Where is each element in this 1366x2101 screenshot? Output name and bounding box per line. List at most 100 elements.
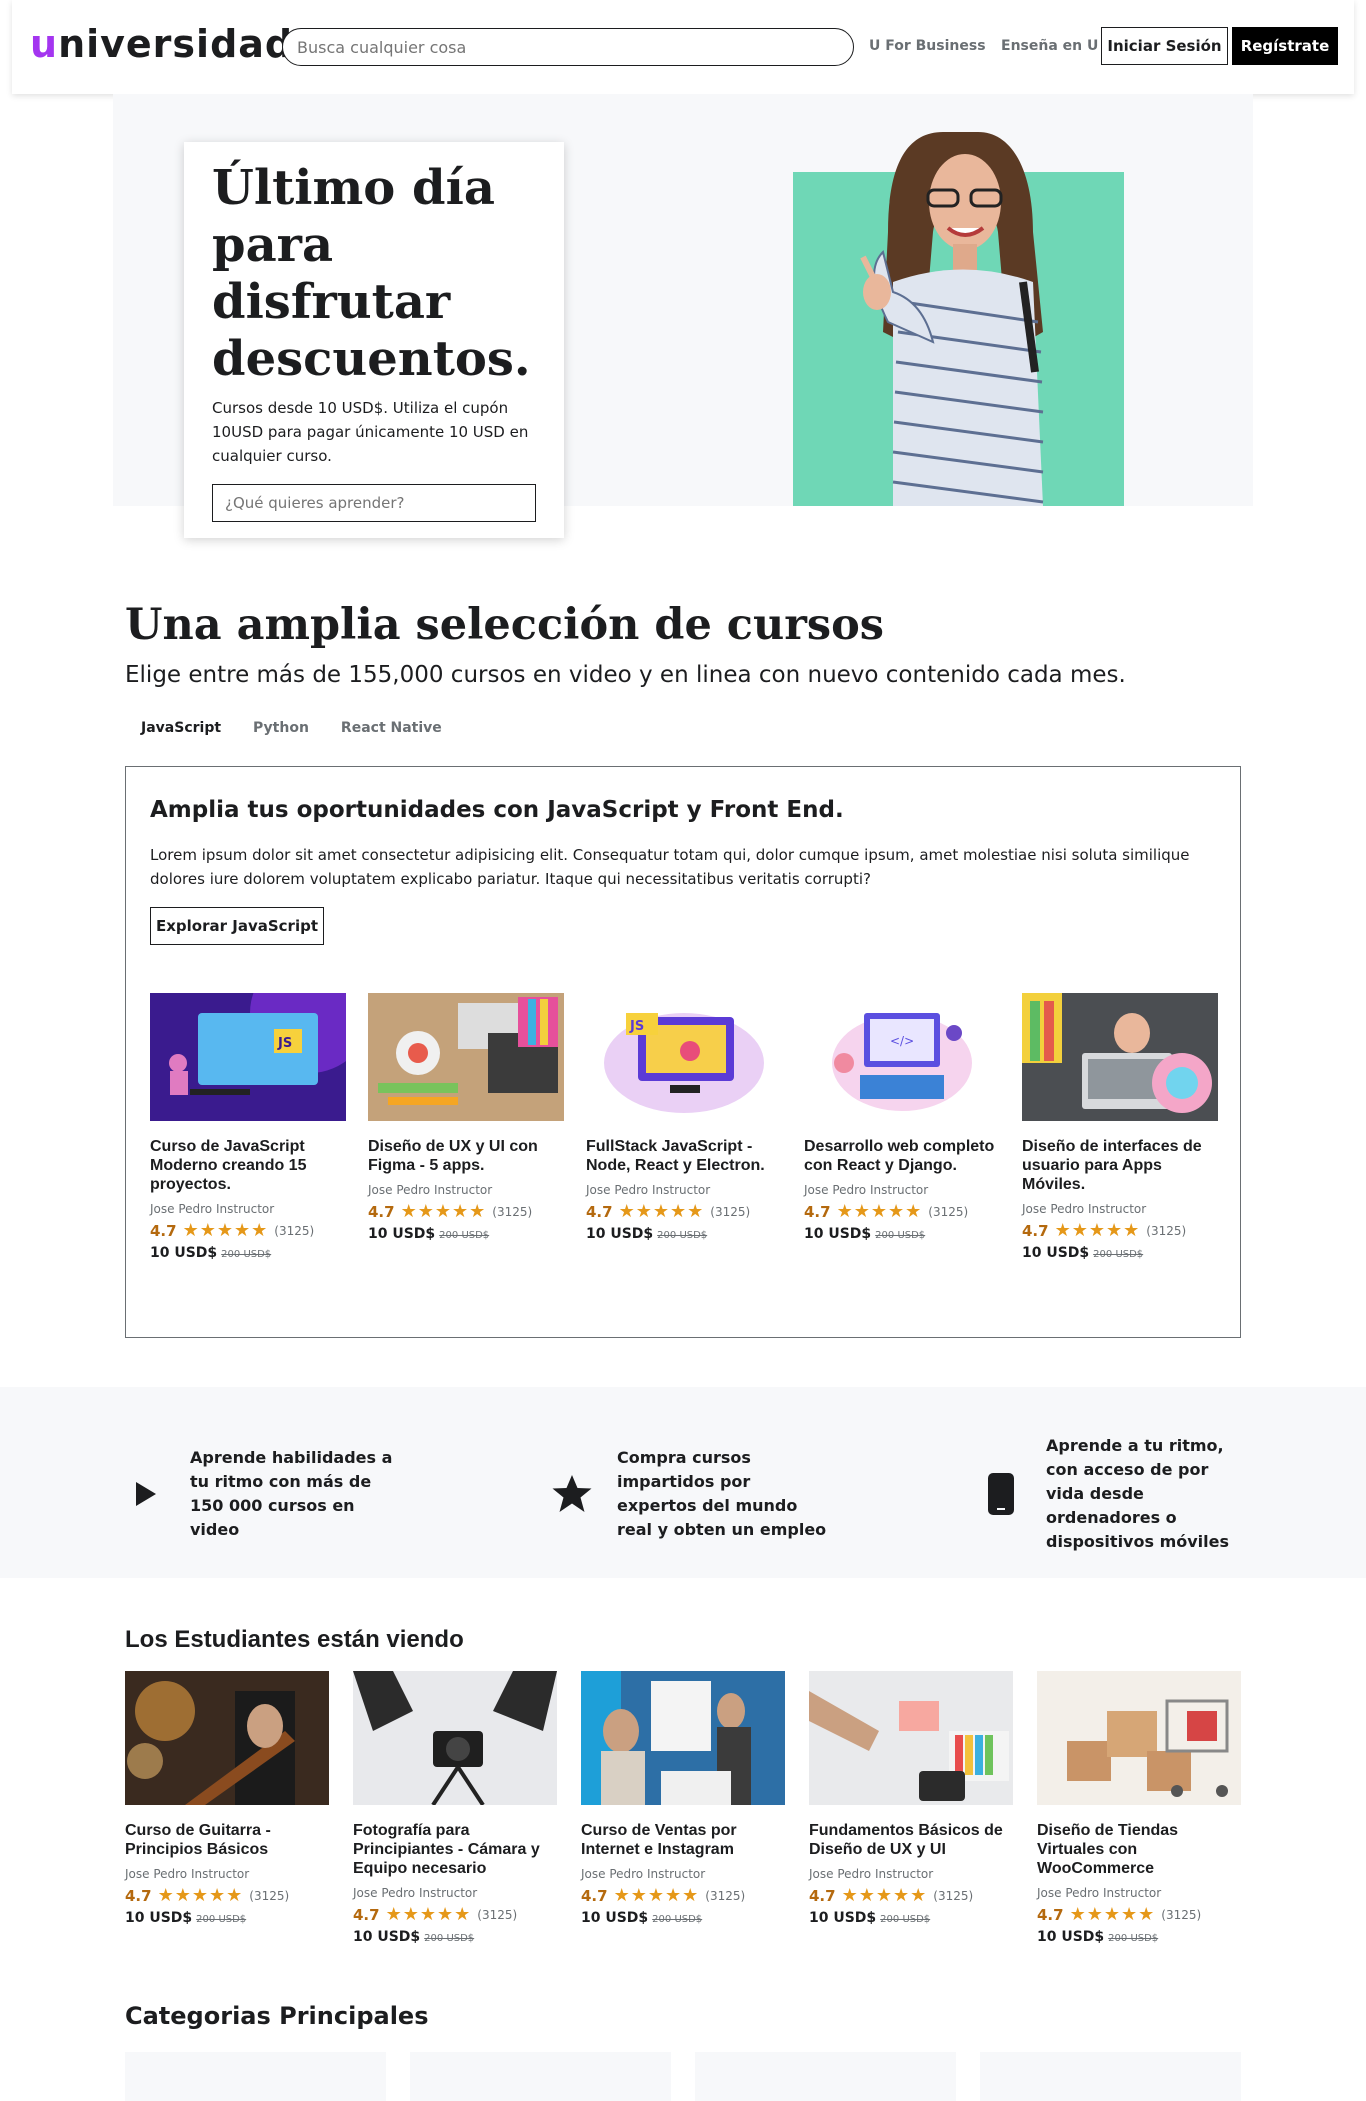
categories-title: Categorias Principales (125, 2002, 429, 2030)
course-thumbnail[interactable]: JS (586, 993, 782, 1121)
course-thumbnail[interactable] (581, 1671, 785, 1805)
course-thumbnail[interactable] (125, 1671, 329, 1805)
course-card[interactable]: </> Desarrollo web completo con React y … (804, 993, 1000, 1242)
register-button[interactable]: Regístrate (1232, 27, 1338, 65)
login-button[interactable]: Iniciar Sesión (1101, 27, 1228, 65)
search-input[interactable] (282, 28, 854, 66)
course-thumbnail[interactable]: </> (804, 993, 1000, 1121)
course-price: 10 USD$ 200 USD$ (586, 1226, 782, 1242)
tab-react-native[interactable]: React Native (325, 720, 458, 736)
price-old: 200 USD$ (657, 1230, 708, 1241)
mobile-icon (978, 1471, 1024, 1517)
course-card[interactable]: JS Curso de JavaScript Moderno creando 1… (150, 993, 346, 1261)
rating-value: 4.7 (368, 1202, 395, 1221)
category-card[interactable] (695, 2052, 956, 2101)
course-price: 10 USD$ 200 USD$ (1037, 1929, 1241, 1945)
price-current: 10 USD$ (1037, 1929, 1105, 1945)
stars-icon: ★★★★★ (385, 1904, 472, 1925)
tab-panel: Amplia tus oportunidades con JavaScript … (125, 766, 1241, 1338)
stars-icon: ★★★★★ (157, 1885, 244, 1906)
course-thumbnail[interactable]: JS (150, 993, 346, 1121)
course-rating: 4.7 ★★★★★ (3125) (1022, 1220, 1218, 1241)
course-title[interactable]: Diseño de interfaces de usuario para App… (1022, 1137, 1218, 1194)
course-card[interactable]: Diseño de Tiendas Virtuales con WooComme… (1037, 1671, 1241, 1945)
course-title[interactable]: Curso de Ventas por Internet e Instagram (581, 1821, 785, 1859)
course-price: 10 USD$ 200 USD$ (368, 1226, 564, 1242)
course-title[interactable]: Fotografía para Principiantes - Cámara y… (353, 1821, 557, 1878)
course-instructor: Jose Pedro Instructor (586, 1183, 711, 1197)
price-old: 200 USD$ (652, 1914, 703, 1925)
course-card[interactable]: Diseño de UX y UI con Figma - 5 apps. Jo… (368, 993, 564, 1242)
rating-value: 4.7 (125, 1886, 152, 1905)
course-rating: 4.7 ★★★★★ (3125) (150, 1220, 346, 1241)
svg-text:JS: JS (629, 1019, 644, 1034)
top-navbar: universidad U For Business Enseña en U I… (12, 0, 1354, 94)
course-price: 10 USD$ 200 USD$ (1022, 1245, 1218, 1261)
category-card[interactable] (410, 2052, 671, 2101)
business-link[interactable]: U For Business (869, 38, 986, 54)
logo[interactable]: universidad (30, 22, 293, 66)
svg-text:</>: </> (890, 1034, 914, 1048)
price-old: 200 USD$ (424, 1933, 475, 1944)
course-rating: 4.7 ★★★★★ (3125) (353, 1904, 557, 1925)
course-card[interactable]: JS FullStack JavaScript - Node, React y … (586, 993, 782, 1242)
hero-search-input[interactable] (212, 484, 536, 522)
students-title: Los Estudiantes están viendo (125, 1626, 464, 1653)
course-card[interactable]: Curso de Guitarra - Principios Básicos J… (125, 1671, 329, 1926)
course-rating: 4.7 ★★★★★ (3125) (368, 1201, 564, 1222)
course-card[interactable]: Curso de Ventas por Internet e Instagram… (581, 1671, 785, 1926)
tab-python[interactable]: Python (237, 720, 325, 736)
course-title[interactable]: Fundamentos Básicos de Diseño de UX y UI (809, 1821, 1013, 1859)
rating-count: (3125) (928, 1204, 969, 1219)
course-instructor: Jose Pedro Instructor (1022, 1202, 1147, 1216)
course-price: 10 USD$ 200 USD$ (581, 1910, 785, 1926)
price-current: 10 USD$ (1022, 1245, 1090, 1261)
stars-icon: ★★★★★ (1069, 1904, 1156, 1925)
course-instructor: Jose Pedro Instructor (581, 1867, 706, 1881)
tab-javascript[interactable]: JavaScript (125, 720, 237, 736)
price-current: 10 USD$ (581, 1910, 649, 1926)
stars-icon: ★★★★★ (618, 1201, 705, 1222)
course-title[interactable]: Diseño de Tiendas Virtuales con WooComme… (1037, 1821, 1241, 1878)
star-icon (549, 1471, 595, 1517)
course-instructor: Jose Pedro Instructor (1037, 1886, 1162, 1900)
rating-value: 4.7 (150, 1221, 177, 1240)
course-rating: 4.7 ★★★★★ (3125) (581, 1885, 785, 1906)
course-thumbnail[interactable] (368, 993, 564, 1121)
course-card[interactable]: Diseño de interfaces de usuario para App… (1022, 993, 1218, 1261)
feature-text: Aprende a tu ritmo, con acceso de por vi… (1046, 1436, 1229, 1551)
course-card[interactable]: Fundamentos Básicos de Diseño de UX y UI… (809, 1671, 1013, 1926)
teach-link[interactable]: Enseña en U (1001, 38, 1098, 54)
stars-icon: ★★★★★ (613, 1885, 700, 1906)
stars-icon: ★★★★★ (836, 1201, 923, 1222)
hero-image (793, 132, 1124, 506)
category-card[interactable] (980, 2052, 1241, 2101)
feature-item: Aprende habilidades a tu ritmo con más d… (122, 1446, 400, 1542)
category-card[interactable] (125, 2052, 386, 2101)
play-icon (122, 1471, 168, 1517)
explore-button[interactable]: Explorar JavaScript (150, 907, 324, 945)
course-price: 10 USD$ 200 USD$ (353, 1929, 557, 1945)
hero-card: Último día para disfrutar descuentos. Cu… (184, 142, 564, 538)
course-title[interactable]: Diseño de UX y UI con Figma - 5 apps. (368, 1137, 564, 1175)
price-current: 10 USD$ (809, 1910, 877, 1926)
course-title[interactable]: Curso de Guitarra - Principios Básicos (125, 1821, 329, 1859)
course-thumbnail[interactable] (809, 1671, 1013, 1805)
price-current: 10 USD$ (586, 1226, 654, 1242)
course-title[interactable]: FullStack JavaScript - Node, React y Ele… (586, 1137, 782, 1175)
rating-count: (3125) (705, 1888, 746, 1903)
panel-text: Lorem ipsum dolor sit amet consectetur a… (150, 846, 1190, 888)
stars-icon: ★★★★★ (841, 1885, 928, 1906)
rating-count: (3125) (1161, 1907, 1202, 1922)
logo-accent: u (30, 22, 59, 66)
course-thumbnail[interactable] (1037, 1671, 1241, 1805)
course-rating: 4.7 ★★★★★ (3125) (804, 1201, 1000, 1222)
course-title[interactable]: Desarrollo web completo con React y Djan… (804, 1137, 1000, 1175)
course-thumbnail[interactable] (1022, 993, 1218, 1121)
course-card[interactable]: Fotografía para Principiantes - Cámara y… (353, 1671, 557, 1945)
feature-text: Aprende habilidades a tu ritmo con más d… (190, 1448, 393, 1539)
course-thumbnail[interactable] (353, 1671, 557, 1805)
course-price: 10 USD$ 200 USD$ (809, 1910, 1013, 1926)
course-title[interactable]: Curso de JavaScript Moderno creando 15 p… (150, 1137, 346, 1194)
feature-text: Compra cursos impartidos por expertos de… (617, 1448, 827, 1539)
